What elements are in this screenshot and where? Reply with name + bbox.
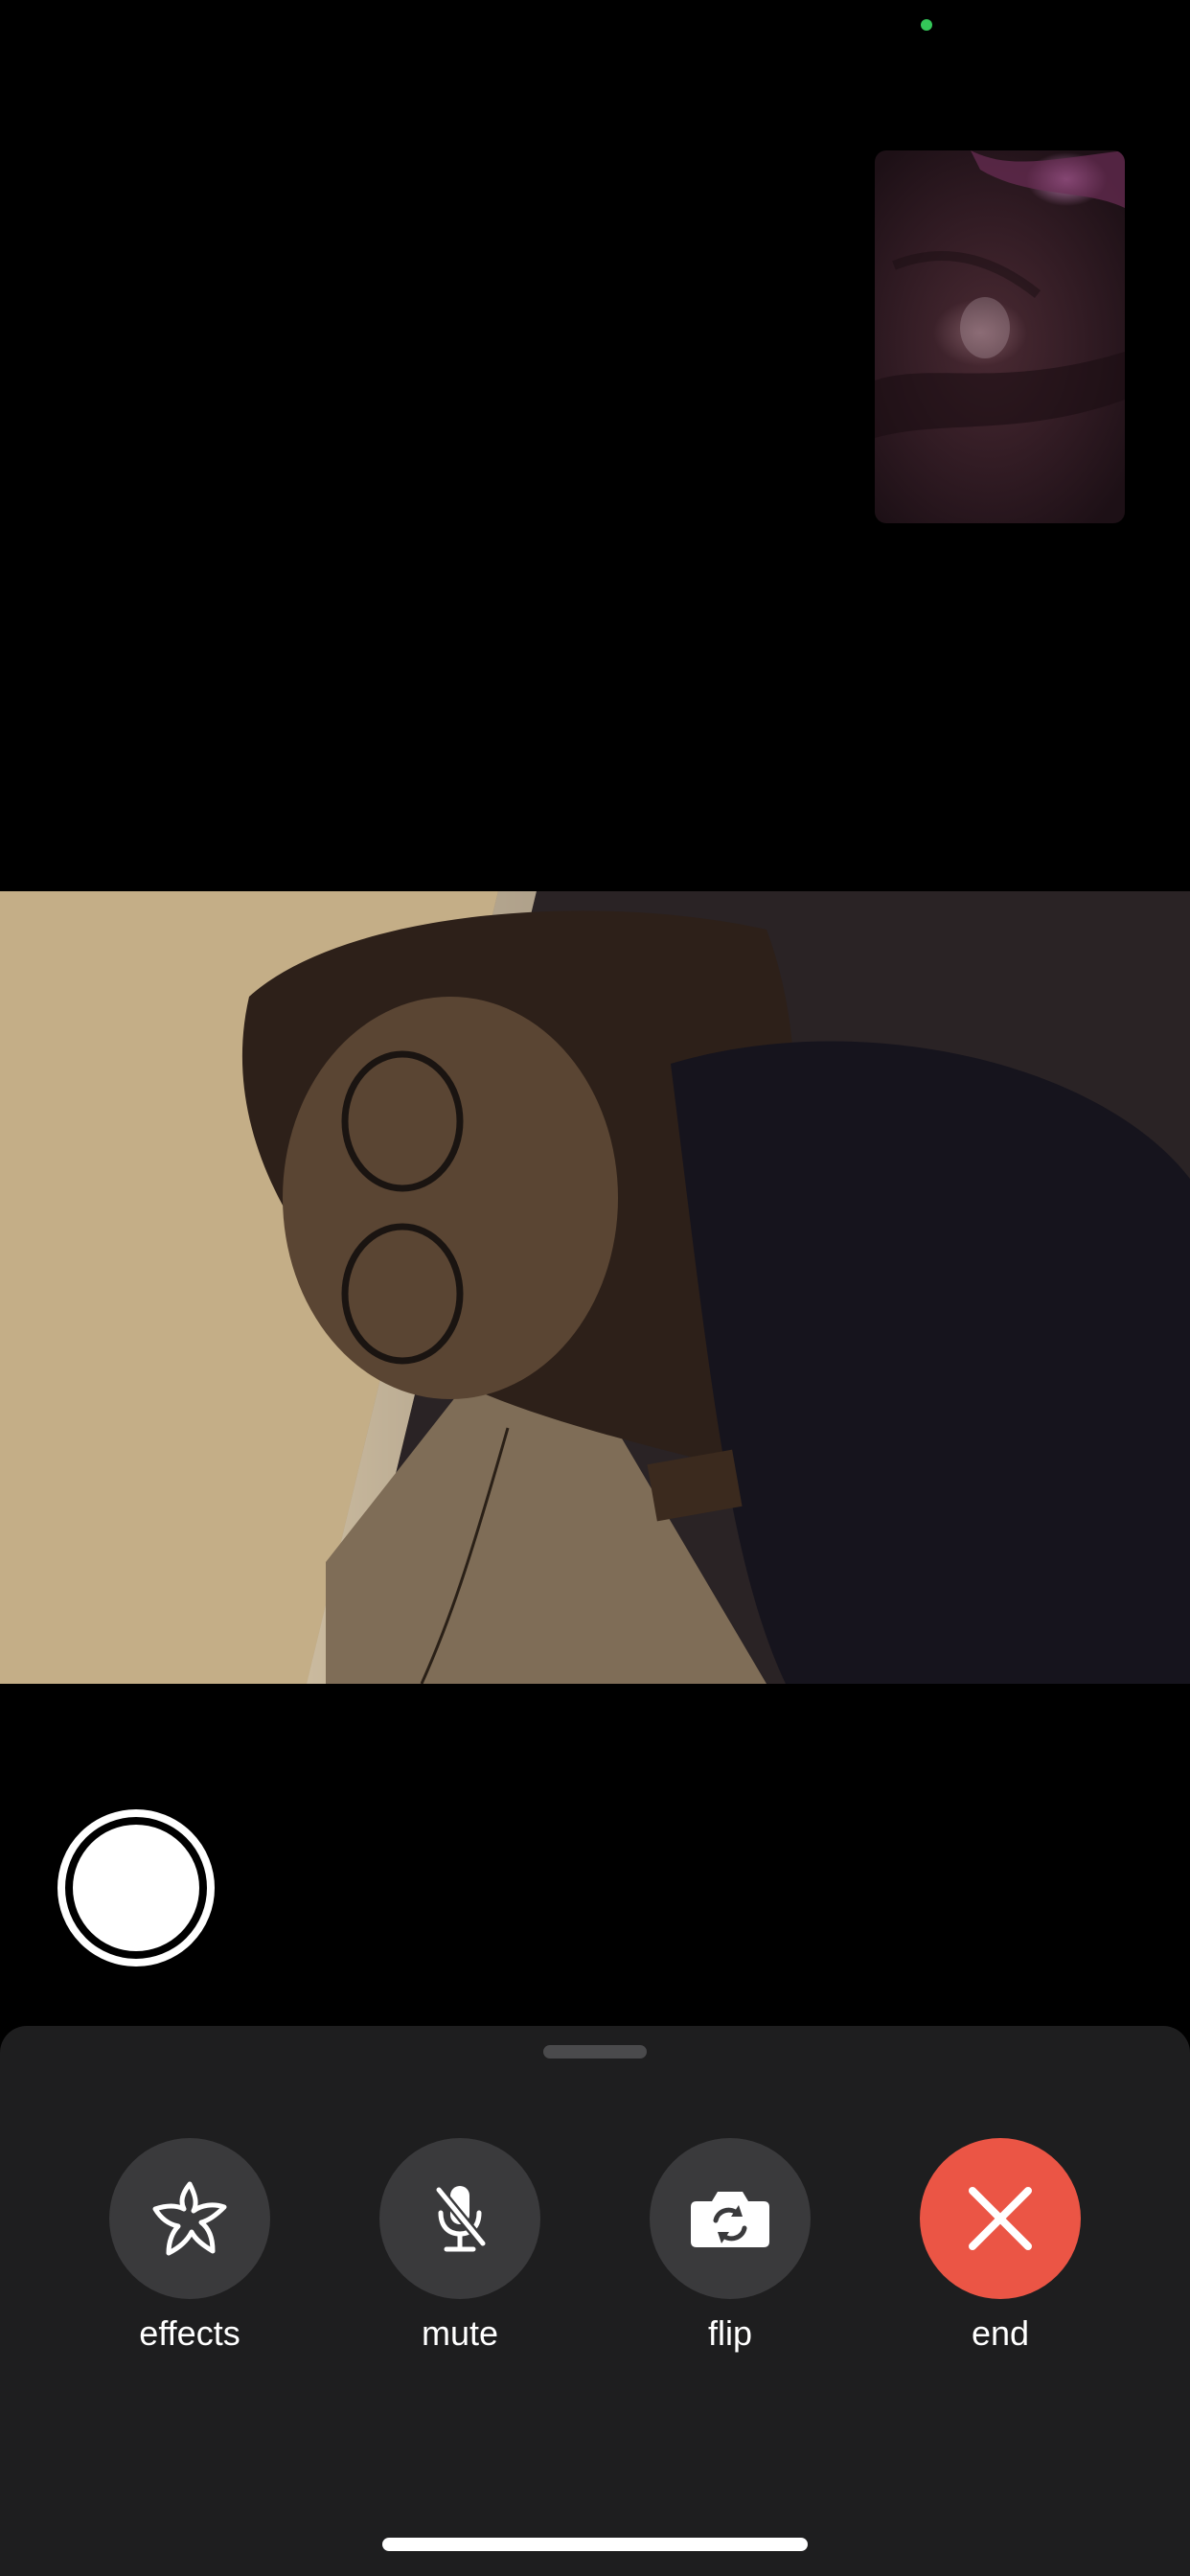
remote-video[interactable]	[0, 891, 1190, 1684]
mute-control: mute	[379, 2138, 540, 2355]
flip-button[interactable]	[650, 2138, 811, 2299]
capture-button-inner	[73, 1825, 199, 1951]
end-call-button[interactable]	[920, 2138, 1081, 2299]
end-control: end	[920, 2138, 1081, 2355]
end-label: end	[971, 2313, 1030, 2353]
live-photo-capture-button[interactable]	[57, 1809, 215, 1966]
flip-control: flip	[650, 2138, 811, 2355]
home-indicator[interactable]	[382, 2538, 808, 2551]
effects-button[interactable]	[109, 2138, 270, 2299]
self-view-video[interactable]	[875, 150, 1125, 523]
star-effects-icon	[152, 2181, 227, 2256]
flip-label: flip	[707, 2313, 753, 2353]
self-view-image	[875, 150, 1125, 438]
camera-rotate-icon	[691, 2192, 769, 2247]
remote-video-image	[0, 891, 1190, 1684]
effects-label: effects	[139, 2313, 240, 2353]
mute-button[interactable]	[379, 2138, 540, 2299]
microphone-slash-icon	[435, 2186, 487, 2252]
camera-in-use-indicator	[921, 19, 932, 31]
effects-control: effects	[109, 2138, 270, 2355]
mute-label: mute	[421, 2313, 499, 2353]
sheet-grabber[interactable]	[543, 2045, 647, 2058]
x-mark-icon	[969, 2187, 1032, 2250]
call-controls-sheet[interactable]: effects mute flip end	[0, 2026, 1190, 2576]
